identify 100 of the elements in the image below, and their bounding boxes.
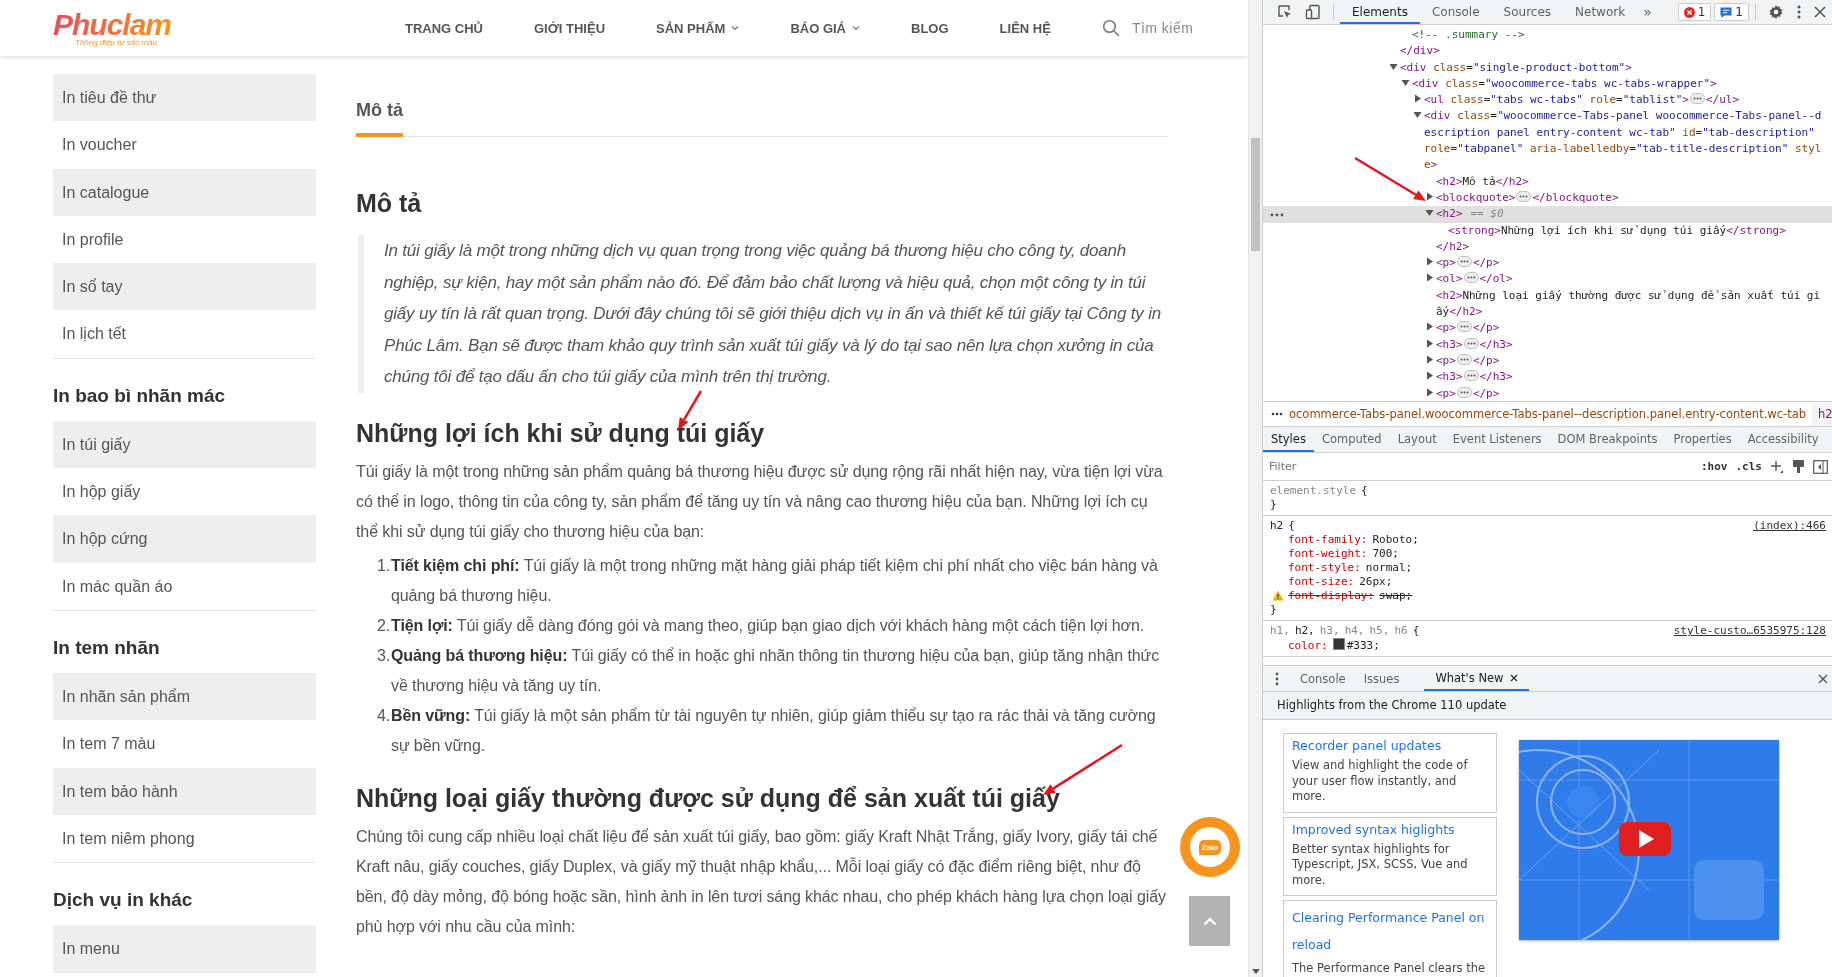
closing-tag: </p> [1472,353,1500,367]
pane-tab[interactable]: Accessibility [1739,427,1827,452]
css-selector: h6 [1394,624,1408,638]
nav-link[interactable]: BÁO GIÁ [790,20,846,36]
source-link[interactable]: style-custo…6535975:128 [1673,624,1826,638]
closing-tag: </p> [1472,386,1500,400]
pane-tab[interactable]: Styles [1263,427,1314,452]
more-tabs-button[interactable]: » [1637,4,1658,20]
nav-link[interactable]: LIÊN HỆ [999,20,1051,36]
brace: } [1270,603,1277,617]
list-item-text: Tiện lợi: Túi giấy dễ dàng đóng gói và mang theo, giúp bạn giao dịch với khách hàng một cách tiện lợi hơn. [391,615,1145,636]
feature-link[interactable]: Improved syntax higlights [1292,820,1488,839]
html-tag: <ol> [1436,272,1463,286]
css-value: Roboto; [1372,533,1419,546]
panel-tab[interactable]: Elements [1340,0,1420,24]
panel-tab[interactable]: Network [1563,0,1638,24]
sidebar-link[interactable]: In catalogue [53,168,316,216]
pane-tab[interactable]: DOM Breakpoints [1549,427,1666,452]
css-property: font-weight: [1288,547,1368,560]
error-icon [1683,6,1695,18]
closing-tag: </h3> [1479,370,1513,384]
sidebar-link[interactable]: In sổ tay [53,263,316,311]
drawer-tab[interactable]: Console [1300,671,1346,686]
close-icon[interactable] [1818,673,1828,684]
nav-link[interactable]: BLOG [911,20,949,36]
css-selector: h1, [1270,624,1290,638]
collapsed-arrow-icon[interactable] [1425,191,1434,201]
paint-icon[interactable] [1792,459,1805,474]
html-tag: <strong>Những lợi ích khi sử dụng túi giấy</strong> [1448,223,1786,237]
drawer-tab[interactable]: What's New [1435,670,1504,685]
feature-card[interactable]: Recorder panel updates View and highlight the code of your user flow instantly, and more. [1283,733,1497,813]
scrollbar-thumb[interactable] [1251,138,1260,251]
section-heading: Mô tả [356,188,423,219]
sidebar-link[interactable]: In mác quần áo [53,562,316,610]
css-value: 26px; [1359,575,1393,588]
pane-tab[interactable]: Computed [1313,427,1390,452]
sidebar-link[interactable]: In hộp giấy [53,468,316,516]
breadcrumb-item[interactable]: h2 [1812,403,1832,425]
section-heading: Những lợi ích khi sử dụng túi giấy [356,417,766,449]
sidebar-link[interactable]: In voucher [53,121,316,169]
panel-tab[interactable]: Sources [1491,0,1564,24]
html-tag: <!-- .summary --> [1412,28,1525,41]
sidebar-link[interactable]: In hộp cứng [53,515,316,563]
html-tag: <blockquote> [1436,190,1516,204]
device-icon[interactable] [1305,4,1321,20]
html-tag: <div class="single-product-bottom"> [1400,60,1632,74]
sidebar-toggle-icon[interactable] [1813,459,1828,474]
source-link[interactable]: (index):466 [1753,519,1826,533]
brace: { [1361,484,1368,498]
feature-link[interactable]: Recorder panel updates [1292,737,1488,755]
sidebar-link[interactable]: In tiêu đề thư [53,74,316,122]
sidebar-link[interactable]: In tem 7 màu [53,720,316,768]
pane-tab[interactable]: Layout [1389,427,1445,452]
pane-tab[interactable]: Properties [1665,427,1740,452]
nav-link[interactable]: GIỚI THIỆU [534,20,606,36]
tab[interactable]: Mô tả [356,96,403,137]
search-icon[interactable] [1101,19,1120,37]
feature-card[interactable]: Clearing Performance Panel on reload The Performance Panel clears the [1283,900,1497,977]
error-counter[interactable]: 1 [1677,3,1712,21]
css-selector: element.style [1270,484,1357,498]
close-icon[interactable] [1814,6,1826,18]
pane-tab[interactable]: Event Listeners [1444,427,1550,452]
sidebar-link[interactable]: In nhãn sản phẩm [53,672,316,721]
add-rule-icon[interactable] [1770,459,1784,474]
brace: { [1288,519,1295,533]
expanded-arrow-icon[interactable] [1425,208,1434,218]
menu-icon[interactable] [1796,4,1802,20]
sidebar-link[interactable]: In profile [53,215,316,264]
paragraph: Chúng tôi cung cấp nhiều loại chất liệu để sản xuất túi giấy, bao gồm: giấy Kraft Nhật Trắng, giấy Ivory, giấy tái chế Kraft nâu, giấy couches, giấy Duplex, và giấy mỹ thuật nhập khẩu,... Mỗi loại giấy có đặc điểm riêng biệt, như độ bền, độ dày mỏng, độ bóng hoặc sần, hình ảnh in lên tươi sáng khác nhau, cho phép khách hàng lựa chọn loại giấy phù hợp với nhu cầu của mình: [356,826,1167,937]
menu-icon[interactable] [1275,671,1279,686]
nav-link[interactable]: SẢN PHẨM [656,20,726,36]
feature-link[interactable]: Clearing Performance Panel on reload [1292,904,1488,958]
sidebar-link[interactable]: In tem niêm phong [53,814,316,863]
html-tag: <p> [1436,256,1456,270]
message-counter[interactable]: 1 [1714,3,1749,21]
class-button[interactable]: .cls [1735,460,1762,473]
settings-icon[interactable] [1768,4,1784,20]
scroll-down-icon[interactable] [1252,969,1260,974]
more-icon[interactable] [1271,412,1283,416]
feature-description: The Performance Panel clears the [1292,961,1487,977]
nav-link[interactable]: TRANG CHỦ [405,20,483,36]
collapsed-arrow-icon[interactable] [1413,94,1422,104]
html-tag: <h2>Mô tả</h2> [1436,174,1529,188]
sidebar-link[interactable]: In lịch tết [53,310,316,358]
hover-state-button[interactable]: :hov [1701,460,1728,473]
breadcrumb-item[interactable]: ocommerce-Tabs-panel.woocommerce-Tabs-panel--description.panel.entry-content.wc-tab [1289,407,1807,421]
html-tag: <h3> [1436,370,1463,384]
intro-paragraph: In túi giấy là một trong những dịch vụ quan trọng trong việc quảng bá thương hiệu cho công ty, doanh nghiệp, sự kiện, hay một sản phẩm nào đó. Để đảm bảo chất lượng và hiệu quả, chọn một công ty in túi giấy uy tín là rất quan trọng. Dưới đây chúng tôi sẽ giới thiệu dịch vụ in ấn và thiết kế túi giấy tại Công ty in Phúc Lâm. Bạn sẽ được tham khảo quy trình sản xuất túi giấy và lý do tại sao nên lựa chọn xưởng in của chúng tôi để tạo dấu ấn cho túi giấy của mình trên thị trường. [384,240,1162,388]
panel-tab[interactable]: Console [1419,0,1492,24]
category-heading: In bao bì nhãn mác [53,383,227,408]
sidebar-link[interactable]: In menu [53,925,316,973]
sidebar-link[interactable]: In tem bảo hành [53,767,316,815]
sidebar-link[interactable]: In túi giấy [53,420,316,469]
inspect-icon[interactable] [1277,4,1293,20]
more-options-icon[interactable] [1270,213,1284,218]
close-icon[interactable] [1509,673,1518,682]
feature-card[interactable]: Improved syntax higlights Better syntax highlights for Typescript, JSX, SCSS, Vue and more. [1283,816,1497,896]
drawer-tab[interactable]: Issues [1363,671,1400,686]
expanded-arrow-icon[interactable] [1413,110,1422,120]
color-swatch[interactable] [1332,638,1345,650]
